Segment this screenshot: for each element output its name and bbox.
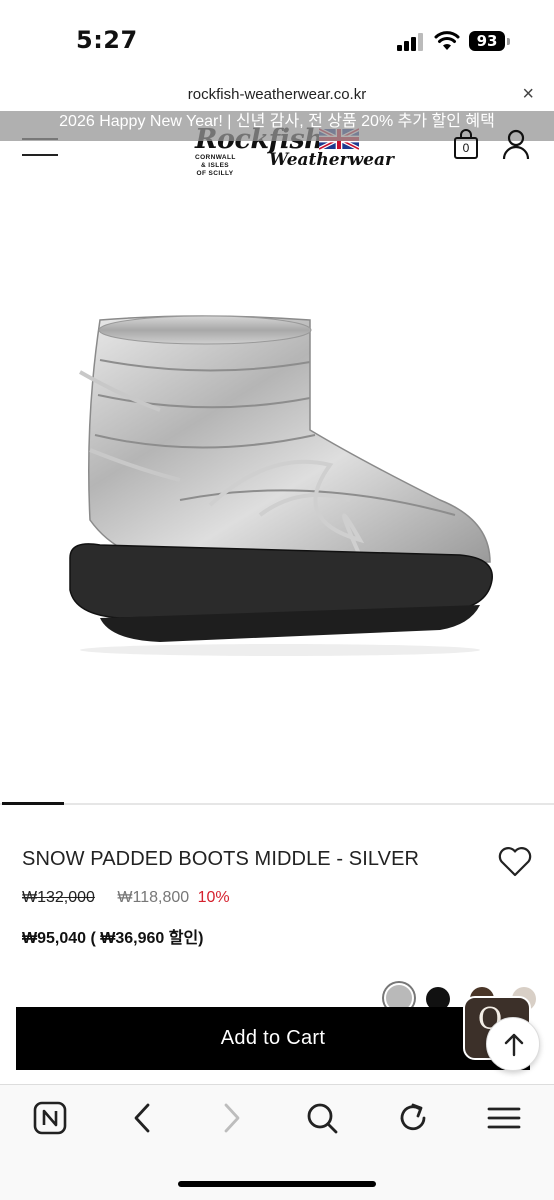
menu-icon[interactable]: [484, 1100, 524, 1136]
forward-glyph: [224, 1103, 240, 1133]
image-slider-thumb[interactable]: [2, 802, 64, 805]
back-glyph: [134, 1103, 150, 1133]
reload-glyph: [400, 1103, 426, 1131]
status-bar: 5:27 93: [0, 0, 554, 80]
add-to-cart-button[interactable]: Add to Cart: [16, 1007, 530, 1070]
discount-rate: 10%: [197, 889, 230, 906]
menu-glyph: [487, 1107, 521, 1129]
price-sale: ₩118,800: [117, 889, 190, 906]
cellular-signal-icon: [397, 33, 425, 51]
battery-icon: 93: [469, 31, 510, 51]
product-title: SNOW PADDED BOOTS MIDDLE - SILVER: [22, 848, 420, 870]
image-slider-track[interactable]: [0, 803, 554, 805]
naver-glyph: [33, 1101, 67, 1135]
search-icon[interactable]: [302, 1100, 342, 1136]
price-original: ₩132,000: [22, 889, 95, 906]
shopping-bag-icon[interactable]: 0: [452, 128, 480, 160]
arrow-up-glyph: [504, 1033, 524, 1057]
logo-tagline: CORNWALL & ISLES OF SCILLY: [195, 154, 236, 177]
naver-home-icon[interactable]: [30, 1100, 70, 1136]
user-icon[interactable]: [502, 128, 530, 160]
status-time: 5:27: [76, 26, 138, 54]
home-indicator: [178, 1181, 376, 1187]
wifi-icon: [434, 31, 460, 50]
product-image[interactable]: [60, 300, 500, 660]
user-outline: [502, 129, 530, 160]
forward-icon[interactable]: [212, 1100, 252, 1136]
logo-subword: Weatherwear: [269, 150, 394, 170]
price-row: ₩132,000 ₩118,800 10%: [22, 889, 230, 907]
price-final: ₩95,040 ( ₩36,960 할인): [22, 930, 204, 947]
arrow-up-icon[interactable]: [486, 1017, 540, 1071]
heart-icon[interactable]: [497, 846, 533, 878]
browser-url-bar[interactable]: rockfish-weatherwear.co.kr ×: [0, 80, 554, 110]
heart-outline: [498, 847, 532, 877]
url-text[interactable]: rockfish-weatherwear.co.kr: [0, 86, 554, 103]
reload-icon[interactable]: [393, 1100, 433, 1136]
back-icon[interactable]: [122, 1100, 162, 1136]
search-glyph: [307, 1103, 338, 1134]
close-icon[interactable]: ×: [522, 83, 534, 105]
cart-count: 0: [462, 141, 470, 155]
